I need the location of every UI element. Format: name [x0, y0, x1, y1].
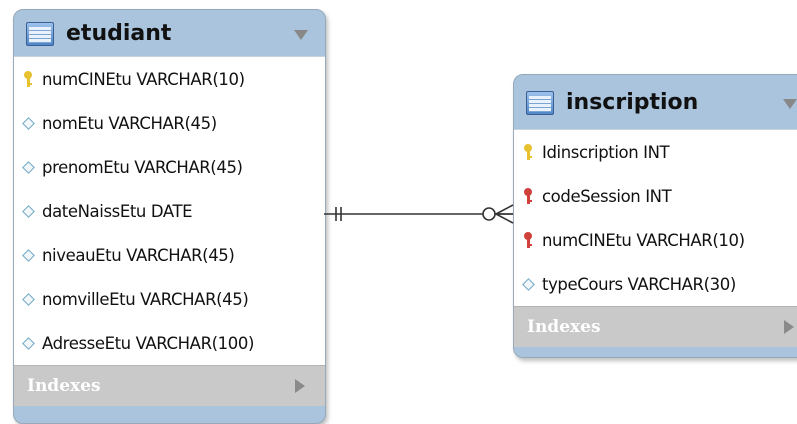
- crows-foot-prong: [495, 213, 514, 224]
- crows-foot-prong: [495, 204, 514, 215]
- relationship-connector[interactable]: [0, 0, 797, 423]
- optional-circle-icon: [482, 207, 496, 221]
